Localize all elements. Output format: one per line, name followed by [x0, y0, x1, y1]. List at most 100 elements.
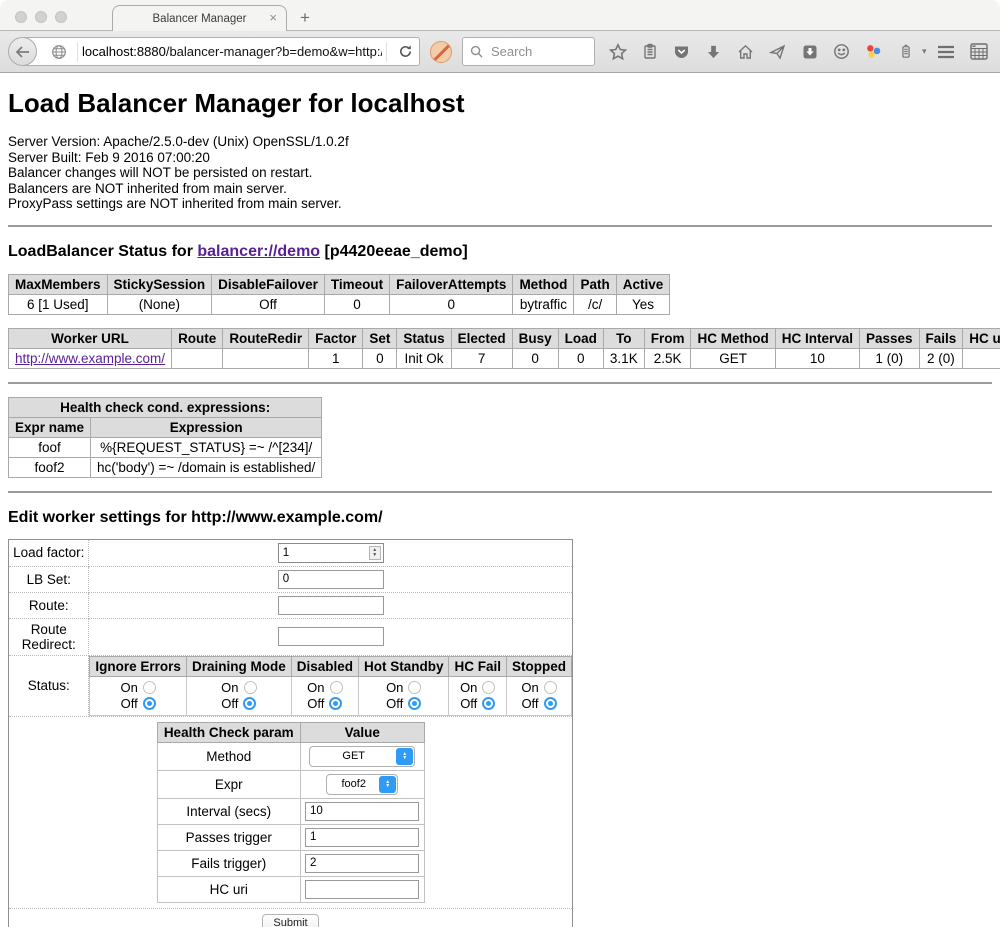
col-hc-uri: HC uri [963, 328, 1000, 348]
chat-smiley-icon[interactable] [832, 42, 851, 61]
table-header-row: Worker URL Route RouteRedir Factor Set S… [9, 328, 1000, 348]
browser-window: Balancer Manager × + localhost:8880/bala… [0, 0, 1000, 927]
cell-expression: hc('body') =~ /domain is established/ [91, 457, 322, 477]
extension-download-icon[interactable] [800, 42, 819, 61]
back-button[interactable] [8, 37, 37, 66]
hc-method-select[interactable]: GET ▲▼ [309, 746, 415, 767]
col-stickysession: StickySession [107, 274, 212, 294]
expr-title-row: Health check cond. expressions: [9, 397, 322, 417]
cell-set: 0 [363, 348, 397, 368]
hc-interval-label: Interval (secs) [157, 798, 300, 824]
divider [8, 491, 992, 493]
hc-fail-on-radio[interactable] [482, 681, 495, 694]
hot-standby-on-radio[interactable] [408, 681, 421, 694]
col-set: Set [363, 328, 397, 348]
menu-hamburger-icon[interactable] [936, 42, 955, 61]
close-window-button[interactable] [15, 11, 27, 23]
hc-expr-label: Expr [157, 770, 300, 798]
col-ignore-errors: Ignore Errors [90, 656, 187, 676]
reading-list-icon[interactable] [640, 42, 659, 61]
disabled-on-radio[interactable] [330, 681, 343, 694]
hc-interval-row: Interval (secs) [157, 798, 424, 824]
stopped-off-radio[interactable] [544, 697, 557, 710]
on-label: On [221, 680, 238, 695]
route-input[interactable] [278, 596, 384, 615]
hc-fails-input[interactable] [305, 854, 419, 873]
cell-worker-url: http://www.example.com/ [9, 348, 172, 368]
cell-disablefailover: Off [212, 294, 325, 314]
cell-expr-name: foof [9, 437, 91, 457]
off-label: Off [221, 696, 238, 711]
nav-toolbar: localhost:8880/balancer-manager?b=demo&w… [0, 31, 1000, 73]
cell-hc-interval: 10 [775, 348, 859, 368]
tab-balancer-manager[interactable]: Balancer Manager × [112, 5, 287, 31]
hc-interval-input[interactable] [305, 802, 419, 821]
hot-standby-off-radio[interactable] [408, 697, 421, 710]
colored-dots-addon-icon[interactable] [864, 42, 883, 61]
minimize-window-button[interactable] [35, 11, 47, 23]
new-tab-button[interactable]: + [300, 8, 310, 28]
pocket-icon[interactable] [672, 42, 691, 61]
hc-expr-select[interactable]: foof2 ▲▼ [326, 774, 398, 795]
title-bar: Balancer Manager × + [0, 0, 1000, 31]
expr-header-row: Expr name Expression [9, 417, 322, 437]
cell-expr-name: foof2 [9, 457, 91, 477]
worker-table: Worker URL Route RouteRedir Factor Set S… [8, 328, 1000, 369]
col-method: Method [513, 274, 574, 294]
stopped-on-radio[interactable] [544, 681, 557, 694]
zoom-window-button[interactable] [55, 11, 67, 23]
search-bar[interactable] [462, 37, 595, 66]
url-text[interactable]: localhost:8880/balancer-manager?b=demo&w… [82, 44, 382, 59]
col-from: From [644, 328, 691, 348]
url-bar[interactable]: localhost:8880/balancer-manager?b=demo&w… [22, 37, 420, 66]
globe-icon [51, 44, 67, 60]
cell-routeredir [223, 348, 309, 368]
col-timeout: Timeout [324, 274, 389, 294]
bookmark-star-icon[interactable] [608, 42, 627, 61]
search-input[interactable] [489, 43, 579, 60]
ignore-errors-off-radio[interactable] [143, 697, 156, 710]
hc-uri-input[interactable] [305, 880, 419, 899]
off-label: Off [460, 696, 477, 711]
draining-mode-on-radio[interactable] [244, 681, 257, 694]
worker-url-link[interactable]: http://www.example.com/ [15, 351, 165, 366]
cell-elected: 7 [451, 348, 512, 368]
hc-method-row: Method GET ▲▼ [157, 742, 424, 770]
status-heading-suffix: [p4420eeae_demo] [320, 243, 468, 260]
hc-fails-label: Fails trigger) [157, 850, 300, 876]
grid-icon[interactable] [969, 42, 988, 61]
col-route: Route [172, 328, 223, 348]
server-info: Server Version: Apache/2.5.0-dev (Unix) … [8, 134, 992, 212]
status-radio-row: On Off On Off On Off [90, 676, 572, 715]
urlbar-divider [77, 42, 78, 62]
chevron-down-icon[interactable]: ▾ [922, 46, 927, 57]
cell-active: Yes [616, 294, 670, 314]
home-icon[interactable] [736, 42, 755, 61]
hc-expr-selected-value: foof2 [328, 778, 379, 790]
close-tab-icon[interactable]: × [269, 10, 277, 25]
cell-fails: 2 (0) [919, 348, 963, 368]
hc-passes-input[interactable] [305, 828, 419, 847]
on-label: On [307, 680, 324, 695]
downloads-icon[interactable] [704, 42, 723, 61]
reload-button[interactable] [391, 44, 419, 59]
send-tab-icon[interactable] [768, 42, 787, 61]
off-label: Off [521, 696, 538, 711]
ignore-errors-on-radio[interactable] [143, 681, 156, 694]
draining-mode-off-radio[interactable] [243, 697, 256, 710]
disabled-off-radio[interactable] [329, 697, 342, 710]
lb-set-input[interactable] [278, 570, 384, 589]
balancer-demo-link[interactable]: balancer://demo [197, 243, 320, 260]
submit-button[interactable]: Submit [262, 914, 318, 927]
server-version-line: Server Version: Apache/2.5.0-dev (Unix) … [8, 134, 992, 150]
number-stepper-icon[interactable]: ▲▼ [369, 546, 381, 560]
server-built-line: Server Built: Feb 9 2016 07:00:20 [8, 150, 992, 166]
search-icon [470, 45, 483, 58]
hc-fail-off-radio[interactable] [482, 697, 495, 710]
content-blocker-icon[interactable] [430, 41, 452, 63]
route-redirect-label: Route Redirect: [9, 618, 89, 655]
load-factor-input[interactable] [279, 547, 369, 559]
route-redirect-input[interactable] [278, 627, 384, 646]
battery-addon-icon[interactable] [896, 42, 915, 61]
col-elected: Elected [451, 328, 512, 348]
